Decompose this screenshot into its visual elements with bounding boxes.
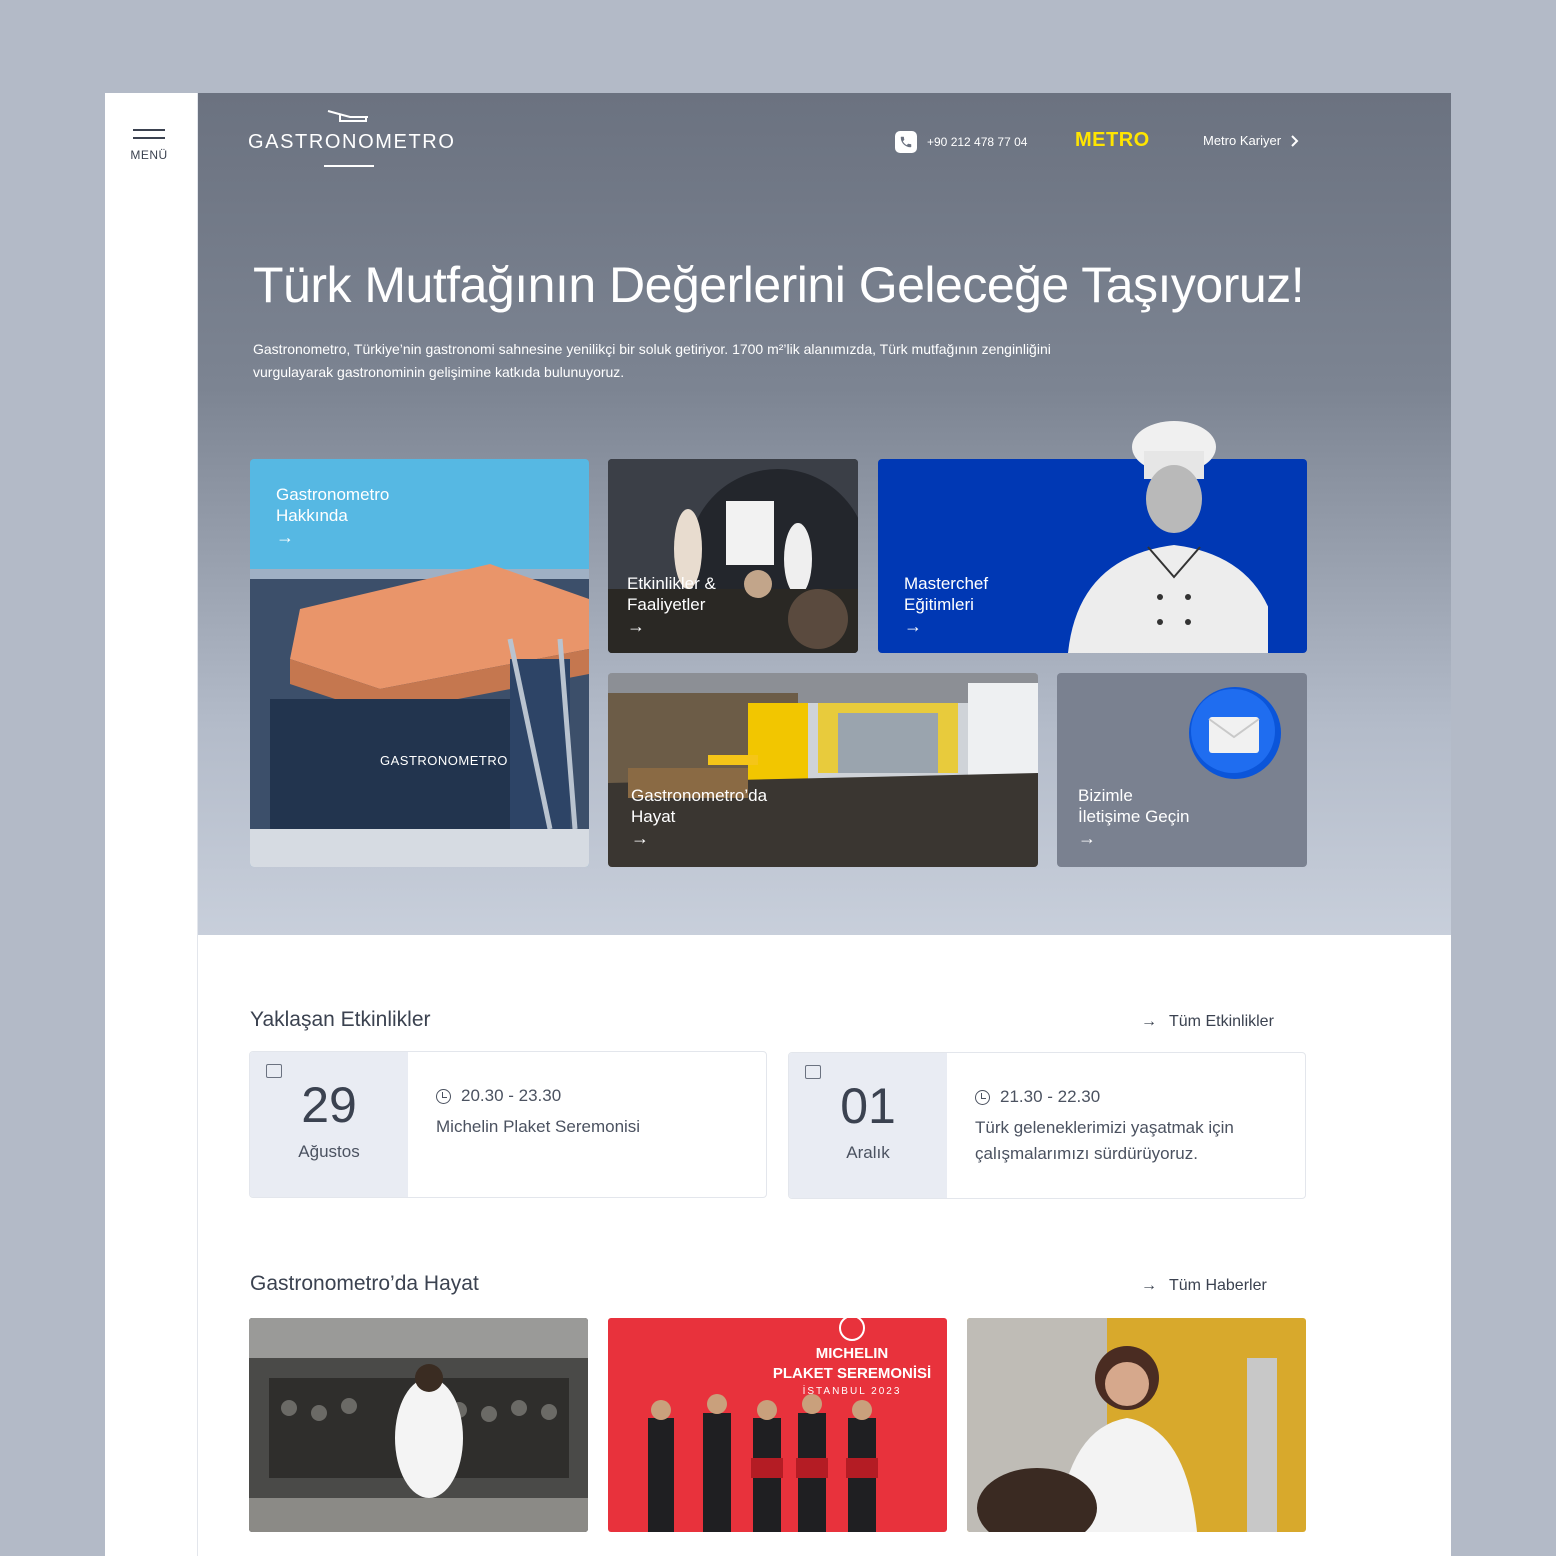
banner-line-1: MICHELIN <box>816 1345 889 1362</box>
news-card-1[interactable] <box>249 1318 588 1532</box>
event-date-box: 29 Ağustos <box>250 1052 408 1197</box>
mail-icon <box>1189 687 1281 779</box>
arrow-right-icon: → <box>1078 828 1096 848</box>
chevron-right-icon <box>1291 134 1299 147</box>
arrow-right-icon: → <box>1141 1013 1157 1030</box>
arrow-right-icon: → <box>1141 1277 1157 1294</box>
phone-number: +90 212 478 77 04 <box>927 135 1028 149</box>
event-time: 21.30 - 22.30 <box>975 1087 1100 1107</box>
card-contact-label: Bizimle İletişime Geçin <box>1078 786 1190 826</box>
event-day: 29 <box>301 1077 357 1133</box>
card-masterchef-label: Masterchef Eğitimleri <box>904 574 989 614</box>
all-news-label: Tüm Haberler <box>1169 1277 1267 1294</box>
news-card-2[interactable]: MICHELIN PLAKET SEREMONİSİ İSTANBUL 2023 <box>608 1318 947 1532</box>
events-section-title: Yaklaşan Etkinlikler <box>250 1008 431 1031</box>
card-masterchef[interactable]: Masterchef Eğitimleri → <box>878 421 1307 653</box>
card-about-label: Gastronometro Hakkında <box>276 485 390 525</box>
event-description: Türk geleneklerimizi yaşatmak için çalış… <box>975 1118 1234 1163</box>
life-section-title: Gastronometro’da Hayat <box>250 1272 479 1295</box>
hero-title: Türk Mutfağının Değerlerini Geleceğe Taş… <box>253 257 1305 313</box>
arrow-right-icon: → <box>627 616 645 636</box>
arrow-right-icon: → <box>276 527 294 547</box>
all-events-label: Tüm Etkinlikler <box>1169 1013 1274 1030</box>
interior-photo <box>608 673 1038 867</box>
card-events[interactable]: Etkinlikler & Faaliyetler → <box>608 459 858 653</box>
banner-line-2: PLAKET SEREMONİSİ <box>773 1365 931 1382</box>
michelin-ceremony-photo: MICHELIN PLAKET SEREMONİSİ İSTANBUL 2023 <box>608 1318 947 1532</box>
all-events-link[interactable]: → Tüm Etkinlikler <box>1141 1013 1274 1031</box>
event-month: Ağustos <box>298 1142 360 1161</box>
metro-logo[interactable]: METRO <box>1075 129 1150 152</box>
building-sign-text: GASTRONOMETRO <box>380 753 508 768</box>
menu-label[interactable]: MENÜ <box>105 148 193 162</box>
event-card[interactable]: 29 Ağustos 20.30 - 23.30 Michelin Plaket… <box>249 1051 767 1198</box>
card-life-label: Gastronometro’da Hayat <box>631 786 768 826</box>
gastronometro-logo[interactable]: GASTRONOMETRO <box>248 107 458 169</box>
card-about[interactable]: GASTRONOMETRO Gastronometro Hakkında → <box>250 459 589 867</box>
card-events-label: Etkinlikler & Faaliyetler <box>627 574 716 614</box>
arrow-right-icon: → <box>904 616 922 636</box>
career-link-label: Metro Kariyer <box>1203 133 1282 148</box>
chef-audience-photo <box>249 1318 588 1532</box>
arrow-right-icon: → <box>631 828 649 848</box>
event-time-text: 20.30 - 23.30 <box>461 1086 562 1105</box>
side-menu-bar: MENÜ <box>105 93 198 1556</box>
clock-icon <box>975 1089 990 1105</box>
all-news-link[interactable]: → Tüm Haberler <box>1141 1277 1267 1295</box>
hamburger-menu-icon[interactable] <box>133 129 165 145</box>
card-life[interactable]: Gastronometro’da Hayat → <box>608 673 1038 867</box>
event-time: 20.30 - 23.30 <box>436 1086 561 1106</box>
event-day: 01 <box>840 1078 896 1134</box>
event-card[interactable]: 01 Aralık 21.30 - 22.30 Türk gelenekleri… <box>788 1052 1306 1199</box>
banner-line-3: İSTANBUL 2023 <box>803 1384 902 1397</box>
event-description: Michelin Plaket Seremonisi <box>436 1117 641 1136</box>
workshop-photo <box>608 459 858 653</box>
hero-section: GASTRONOMETRO +90 212 478 77 04 METRO Me… <box>198 93 1451 935</box>
metro-career-link[interactable]: Metro Kariyer <box>1203 133 1299 148</box>
hero-intro: Gastronometro, Türkiye’nin gastronomi sa… <box>253 341 1051 380</box>
logo-text: GASTRONOMETRO <box>248 131 456 153</box>
clock-icon <box>436 1088 451 1104</box>
phone-icon <box>895 131 917 153</box>
speaker-woman-photo <box>967 1318 1306 1532</box>
card-contact[interactable]: Bizimle İletişime Geçin → <box>1057 673 1307 867</box>
news-card-3[interactable] <box>967 1318 1306 1532</box>
chef-photo <box>1068 421 1268 653</box>
event-time-text: 21.30 - 22.30 <box>1000 1087 1101 1106</box>
event-month: Aralık <box>846 1143 890 1162</box>
web-page: MENÜ GASTRONOMETRO +90 212 478 77 04 MET… <box>105 93 1451 1556</box>
event-date-box: 01 Aralık <box>789 1053 947 1198</box>
phone-contact[interactable]: +90 212 478 77 04 <box>895 131 1027 153</box>
